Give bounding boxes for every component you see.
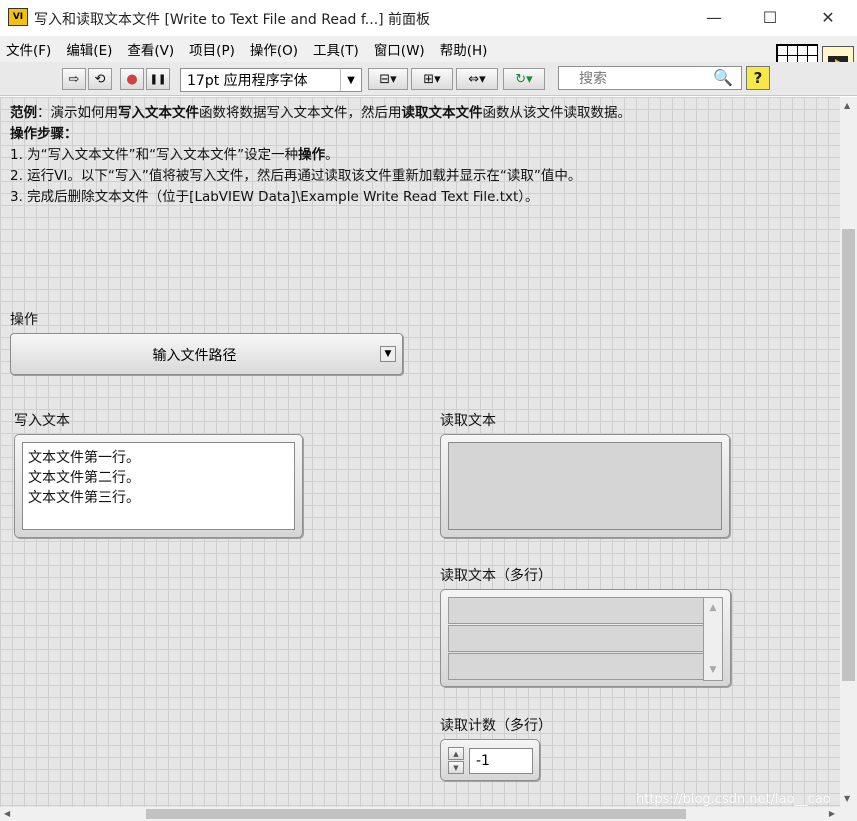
search-input[interactable]: 搜索 🔍 (558, 66, 742, 90)
align-objects-button[interactable]: ⊟▾ (368, 68, 408, 90)
menu-help[interactable]: 帮助(H) (434, 39, 497, 59)
read-text-multi-row (448, 653, 704, 680)
write-text-line-2: 文本文件第二行。 (28, 470, 140, 486)
run-continuously-button[interactable]: ⟲ (88, 68, 112, 90)
scroll-left-icon[interactable]: ◀ (4, 809, 10, 818)
read-text-display (448, 442, 722, 530)
description-line-5: 3. 完成后删除文本文件（位于[LabVIEW Data]\Example Wr… (10, 189, 539, 205)
window-title: 写入和读取文本文件 [Write to Text File and Read f… (34, 12, 431, 28)
menu-view[interactable]: 查看(V) (121, 39, 183, 59)
read-text-label: 读取文本 (440, 413, 496, 429)
resize-objects-button[interactable]: ⇔▾ (456, 68, 498, 90)
scroll-down-icon[interactable]: ▼ (704, 662, 722, 678)
menu-edit[interactable]: 编辑(E) (60, 39, 121, 59)
chevron-down-icon: ▼ (340, 69, 361, 91)
chevron-down-icon[interactable]: ▼ (380, 346, 396, 362)
increment-icon[interactable]: ▲ (448, 747, 464, 760)
scroll-up-icon[interactable]: ▲ (704, 600, 722, 616)
run-button[interactable]: ⇨ (62, 68, 86, 90)
read-text-multi-scrollbar[interactable]: ▲ ▼ (703, 597, 723, 681)
description-line-3: 1. 为“写入文本文件”和“写入文本文件”设定一种操作。 (10, 147, 339, 163)
read-text-indicator (440, 434, 730, 538)
font-select-value: 17pt 应用程序字体 (187, 73, 308, 89)
description-line-4: 2. 运行VI。以下“写入”值将被写入文件，然后再通过读取该文件重新加载并显示在… (10, 168, 582, 184)
font-select[interactable]: 17pt 应用程序字体 ▼ (180, 68, 362, 92)
close-button[interactable]: ✕ (800, 0, 856, 34)
write-text-line-3: 文本文件第三行。 (28, 490, 140, 506)
scroll-down-icon[interactable]: ▼ (844, 794, 850, 803)
search-placeholder: 搜索 (579, 71, 607, 87)
read-text-multi-indicator: ▲ ▼ (440, 589, 731, 687)
pause-button[interactable]: ❚❚ (146, 68, 170, 90)
read-count-label: 读取计数（多行） (440, 718, 552, 734)
operation-ring-control[interactable]: 输入文件路径 ▼ (10, 333, 403, 375)
menu-file[interactable]: 文件(F) (0, 39, 60, 59)
write-text-control: 文本文件第一行。 文本文件第二行。 文本文件第三行。 (14, 434, 303, 538)
menu-operate[interactable]: 操作(O) (244, 39, 307, 59)
title-bar: VI 写入和读取文本文件 [Write to Text File and Rea… (0, 0, 857, 36)
read-count-control: ▲ ▼ -1 (440, 739, 540, 781)
write-text-input[interactable]: 文本文件第一行。 文本文件第二行。 文本文件第三行。 (22, 442, 295, 530)
decrement-icon[interactable]: ▼ (448, 761, 464, 774)
horizontal-scroll-thumb[interactable] (146, 809, 686, 819)
front-panel: 范例：演示如何用写入文本文件函数将数据写入文本文件，然后用读取文本文件函数从该文… (0, 97, 840, 807)
reorder-button[interactable]: ↻▾ (503, 68, 545, 90)
scroll-right-icon[interactable]: ▶ (829, 809, 835, 818)
menu-tools[interactable]: 工具(T) (307, 39, 368, 59)
menu-bar: 文件(F) 编辑(E) 查看(V) 项目(P) 操作(O) 工具(T) 窗口(W… (0, 36, 857, 62)
watermark: https://blog.csdn.net/lao__cao (636, 792, 831, 807)
operation-label: 操作 (10, 312, 38, 328)
operation-value: 输入文件路径 (152, 348, 237, 364)
abort-button[interactable]: ● (120, 68, 144, 90)
read-text-multi-row (448, 625, 704, 652)
description-line-2: 操作步骤： (10, 126, 78, 142)
context-help-button[interactable]: ? (746, 66, 770, 90)
write-text-line-1: 文本文件第一行。 (28, 450, 140, 466)
scroll-up-icon[interactable]: ▲ (844, 101, 850, 110)
minimize-button[interactable]: — (686, 0, 742, 34)
vertical-scrollbar[interactable]: ▲ ▼ (840, 97, 857, 807)
description-text: 范例：演示如何用写入文本文件函数将数据写入文本文件，然后用读取文本文件函数从该文… (10, 103, 631, 208)
write-text-label: 写入文本 (14, 413, 70, 429)
menu-project[interactable]: 项目(P) (183, 39, 244, 59)
description-line-1: 范例：演示如何用写入文本文件函数将数据写入文本文件，然后用读取文本文件函数从该文… (10, 105, 631, 121)
read-count-input[interactable]: -1 (469, 748, 533, 774)
search-icon: 🔍 (713, 68, 733, 87)
menu-window[interactable]: 窗口(W) (368, 39, 434, 59)
labview-app-icon: VI (8, 8, 28, 26)
vertical-scroll-thumb[interactable] (842, 229, 855, 681)
read-text-multi-row (448, 597, 704, 624)
maximize-button[interactable]: ☐ (742, 0, 798, 34)
read-text-multi-label: 读取文本（多行） (440, 568, 552, 584)
distribute-objects-button[interactable]: ⊞▾ (411, 68, 453, 90)
horizontal-scrollbar[interactable]: ◀ ▶ (0, 807, 857, 821)
